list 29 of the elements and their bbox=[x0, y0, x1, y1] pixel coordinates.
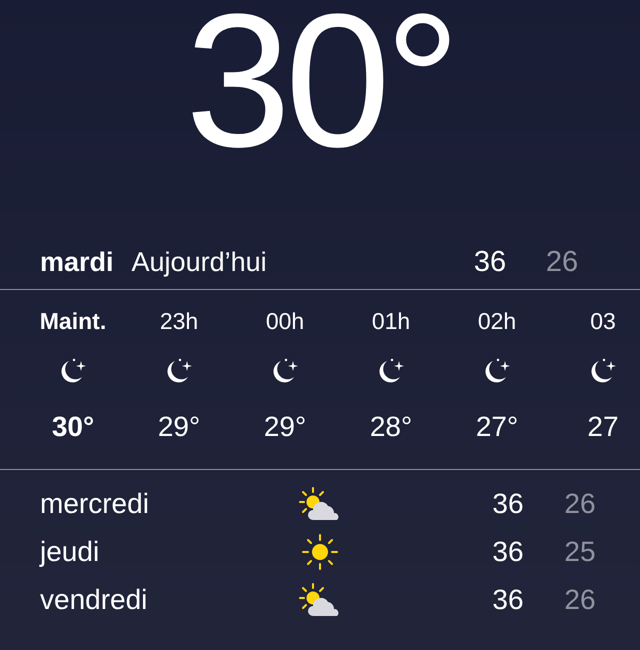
low-temperature: 26 bbox=[544, 244, 580, 280]
day-label: vendredi bbox=[40, 583, 148, 617]
sun-cloud-icon bbox=[299, 583, 341, 617]
day-label: jeudi bbox=[40, 535, 100, 569]
high-temperature: 36 bbox=[491, 535, 525, 569]
current-temperature: 30° bbox=[185, 0, 455, 189]
low-temperature: 25 bbox=[563, 535, 597, 569]
hour-label: Maint. bbox=[40, 307, 106, 334]
high-temperature: 36 bbox=[491, 583, 525, 617]
hour-temperature: 29° bbox=[158, 410, 200, 444]
low-temperature: 26 bbox=[563, 487, 597, 521]
hour-label: 02h bbox=[478, 307, 516, 334]
today-label: Aujourd’hui bbox=[132, 246, 268, 280]
hour-temperature: 30° bbox=[52, 410, 94, 444]
day-label: mardi bbox=[40, 246, 114, 280]
hour-label: 00h bbox=[266, 307, 304, 334]
high-temperature: 36 bbox=[472, 244, 508, 280]
hour-label: 03 bbox=[590, 307, 616, 334]
low-temperature: 26 bbox=[563, 583, 597, 617]
hour-temperature: 27° bbox=[476, 410, 518, 444]
high-temperature: 36 bbox=[491, 487, 525, 521]
hour-temperature: 27 bbox=[587, 410, 619, 444]
day-label: mercredi bbox=[40, 487, 150, 521]
hour-label: 01h bbox=[372, 307, 410, 334]
sun-cloud-icon bbox=[299, 487, 341, 521]
hour-temperature: 29° bbox=[264, 410, 306, 444]
sun-icon bbox=[302, 534, 338, 570]
hour-temperature: 28° bbox=[370, 410, 412, 444]
hour-label: 23h bbox=[160, 307, 198, 334]
